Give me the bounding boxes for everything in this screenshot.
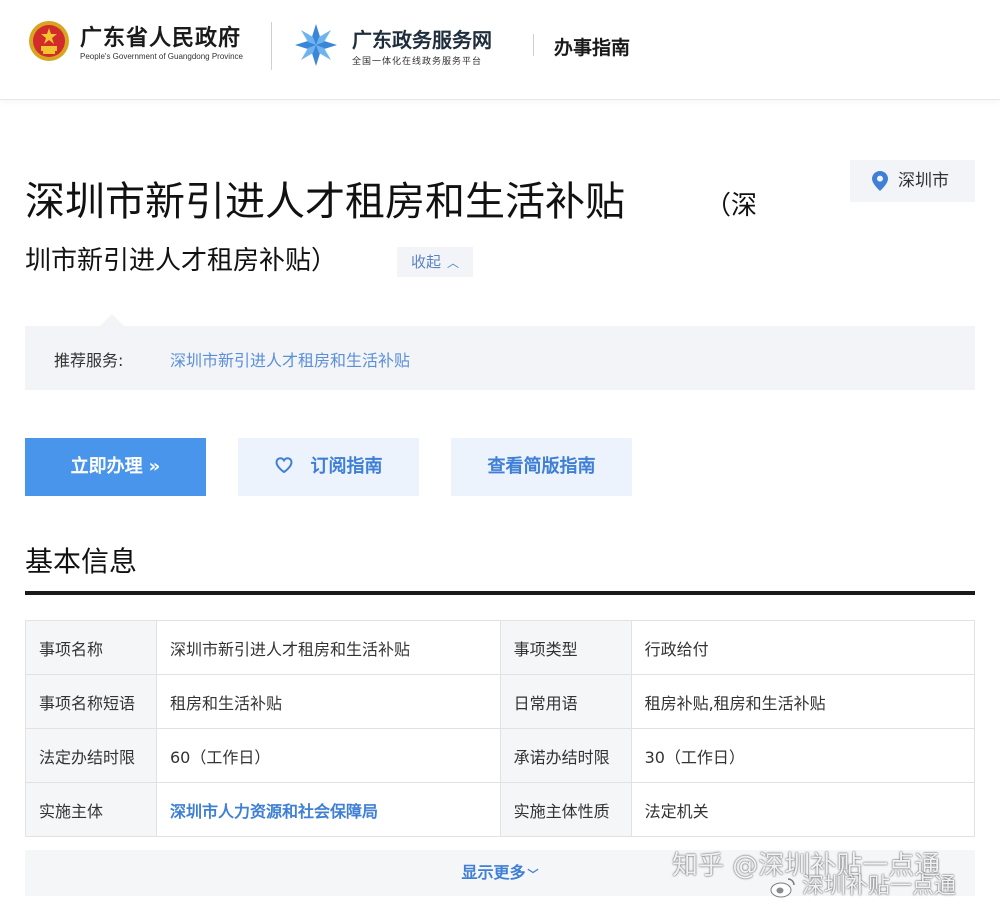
table-row: 法定办结时限 60（工作日） 承诺办结时限 30（工作日） [25, 728, 976, 783]
recommend-panel: 推荐服务: 深圳市新引进人才租房和生活补贴 [25, 326, 975, 390]
gov-subtitle: People's Government of Guangdong Provinc… [80, 52, 243, 61]
heart-icon [274, 457, 293, 473]
weibo-icon [770, 878, 795, 898]
location-pin-icon [872, 171, 888, 191]
gov-name[interactable]: 广东省人民政府 [80, 20, 241, 52]
row-value: 法定机关 [630, 782, 976, 837]
recommend-label: 推荐服务: [54, 351, 124, 370]
show-more-label: 显示更多 [461, 863, 526, 882]
guangdong-portal-logo-icon [295, 24, 337, 66]
basic-info-table: 事项名称 深圳市新引进人才租房和生活补贴 事项类型 行政给付 事项名称短语 租房… [25, 620, 976, 837]
row-label: 实施主体性质 [499, 782, 632, 837]
table-row: 事项名称短语 租房和生活补贴 日常用语 租房补贴,租房和生活补贴 [25, 674, 976, 729]
page-title-main: 深圳市新引进人才租房和生活补贴 [25, 179, 625, 225]
recommend-link[interactable]: 深圳市新引进人才租房和生活补贴 [170, 347, 410, 371]
implementing-agency-link[interactable]: 深圳市人力资源和社会保障局 [155, 782, 501, 837]
row-label: 实施主体 [25, 782, 157, 837]
row-label: 日常用语 [499, 674, 632, 729]
recommend-pointer [100, 314, 124, 326]
row-value: 60（工作日） [155, 728, 501, 783]
apply-now-button[interactable]: 立即办理» [25, 438, 206, 496]
city-selector-button[interactable]: 深圳市 [850, 160, 975, 202]
collapse-button[interactable]: 收起 ︿ [397, 247, 473, 277]
simple-guide-button[interactable]: 查看简版指南 [451, 438, 632, 496]
section-divider [25, 591, 975, 595]
city-label: 深圳市 [898, 171, 949, 191]
portal-subtitle: 全国一体化在线政务服务平台 [352, 57, 483, 67]
collapse-label: 收起 [410, 253, 441, 271]
header-divider [271, 22, 272, 70]
double-chevron-right-icon: » [148, 456, 161, 477]
table-row: 事项名称 深圳市新引进人才租房和生活补贴 事项类型 行政给付 [25, 620, 976, 675]
apply-now-label: 立即办理 [70, 456, 143, 477]
subscribe-guide-button[interactable]: 订阅指南 [238, 438, 419, 496]
site-header: 广东省人民政府 People's Government of Guangdong… [0, 0, 1000, 100]
chevron-up-icon: ︿ [447, 256, 460, 270]
row-label: 事项名称 [25, 620, 157, 675]
row-value: 30（工作日） [630, 728, 976, 783]
row-label: 承诺办结时限 [499, 728, 632, 783]
portal-name[interactable]: 广东政务服务网 [352, 24, 492, 53]
row-value: 行政给付 [630, 620, 976, 675]
page-title-alias: 圳市新引进人才租房补贴） [25, 246, 338, 276]
row-value: 租房和生活补贴 [155, 674, 501, 729]
row-value: 深圳市新引进人才租房和生活补贴 [155, 620, 501, 675]
guide-title: 办事指南 [554, 37, 631, 59]
table-row: 实施主体 深圳市人力资源和社会保障局 实施主体性质 法定机关 [25, 782, 976, 837]
subscribe-guide-label: 订阅指南 [310, 456, 383, 477]
row-label: 法定办结时限 [25, 728, 157, 783]
row-label: 事项类型 [499, 620, 632, 675]
national-emblem-icon [29, 21, 69, 61]
watermark-line2: 深圳补贴一点通 [770, 868, 956, 900]
row-label: 事项名称短语 [25, 674, 157, 729]
page-title-alias-start: （深 [705, 191, 758, 221]
row-value: 租房补贴,租房和生活补贴 [630, 674, 976, 729]
chevron-down-icon: ﹀ [527, 868, 539, 881]
watermark-line2-text: 深圳补贴一点通 [802, 874, 957, 899]
section-title: 基本信息 [25, 545, 138, 578]
header-divider [533, 34, 534, 56]
simple-guide-label: 查看简版指南 [487, 456, 596, 477]
